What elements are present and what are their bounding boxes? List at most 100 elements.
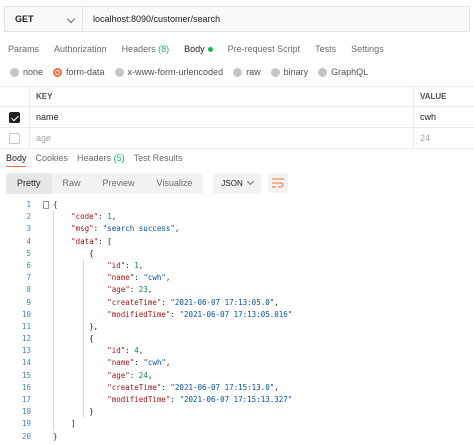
line-number: 11 [21, 321, 31, 331]
line-number: 4 [26, 236, 31, 246]
radio-icon [10, 67, 19, 77]
tab-tests[interactable]: Tests [315, 44, 336, 54]
view-mode-group: Pretty Raw Preview Visualize [6, 172, 204, 194]
key-field[interactable]: name [30, 107, 414, 127]
json-punctuation: : [125, 346, 135, 356]
json-key: "createTime" [107, 297, 162, 307]
json-punctuation: : [125, 260, 135, 270]
code-text: "data": [ [45, 236, 112, 248]
code-line: 12 { [0, 333, 474, 345]
json-punctuation: : [ [98, 236, 112, 246]
tab-authorization[interactable]: Authorization [54, 44, 107, 54]
value-field[interactable]: 24 [414, 128, 474, 148]
json-key: "code" [71, 212, 99, 222]
fold-gutter [31, 406, 45, 418]
line-number: 18 [21, 407, 31, 417]
checkbox-cell [0, 107, 30, 127]
radio-icon [233, 67, 243, 77]
tab-pre-request-script[interactable]: Pre-request Script [228, 44, 301, 54]
json-string: "cwh" [143, 273, 166, 283]
json-string: "2021-06-07 17:13:05.0" [170, 297, 275, 307]
fold-gutter [31, 431, 45, 443]
json-key: "modifiedTime" [107, 309, 171, 319]
fold-gutter [31, 272, 45, 284]
code-line: 13 "id": 4, [0, 345, 474, 357]
code-line: 18 } [0, 406, 474, 418]
tab-label: Params [8, 44, 40, 54]
code-text: "age": 23, [45, 284, 152, 296]
radio-form-data[interactable]: form-data [53, 67, 105, 77]
radio-none[interactable]: none [10, 67, 43, 77]
tab-body[interactable]: Body [184, 44, 213, 54]
code-line: 20} [0, 431, 474, 443]
radio-label: raw [246, 67, 261, 77]
fold-gutter [31, 260, 45, 272]
response-body-viewer[interactable]: 1{2 "code": 1, 3 "msg": "search success",… [0, 199, 474, 443]
code-text: "age": 24, [45, 370, 152, 382]
line-number: 20 [21, 431, 31, 441]
json-key: "name" [107, 358, 135, 368]
line-number: 10 [21, 309, 31, 319]
format-select[interactable]: JSON [213, 172, 262, 194]
json-punctuation: { [53, 200, 58, 209]
code-line: 6 "id": 1, [0, 260, 474, 272]
code-line: 19 ] [0, 418, 474, 430]
json-punctuation: : [98, 212, 108, 222]
table-row: name cwh [0, 107, 474, 128]
value-field[interactable]: cwh [414, 107, 474, 127]
view-preview-button[interactable]: Preview [92, 173, 146, 194]
radio-binary[interactable]: binary [270, 67, 308, 77]
code-line: 3 "msg": "search success", [0, 223, 474, 235]
json-punctuation: , [138, 260, 144, 270]
tab-params[interactable]: Params [8, 44, 39, 54]
json-key: "msg" [71, 224, 94, 234]
method-select[interactable]: GET [5, 7, 83, 31]
tab-cookies[interactable]: Cookies [36, 153, 69, 163]
tab-response-headers[interactable]: Headers (5) [77, 153, 125, 163]
fold-gutter [31, 309, 45, 321]
checkbox-icon[interactable] [9, 111, 20, 123]
key-field[interactable]: age [30, 128, 414, 148]
chevron-down-icon [247, 177, 255, 185]
method-label: GET [15, 14, 34, 24]
checkbox-cell [0, 128, 30, 148]
json-punctuation: ] [71, 419, 76, 429]
checkbox-icon[interactable] [9, 132, 20, 144]
radio-raw[interactable]: raw [233, 67, 261, 77]
code-text: "msg": "search success", [45, 223, 179, 235]
radio-graphql[interactable]: GraphQL [318, 67, 368, 77]
json-key: "modifiedTime" [107, 395, 171, 404]
fold-gutter [31, 199, 49, 211]
wrap-lines-button[interactable] [268, 173, 289, 193]
code-text: "name": "cwh", [45, 357, 170, 369]
json-punctuation: : [129, 285, 139, 295]
fold-toggle-icon[interactable] [43, 201, 49, 209]
radio-x-www-form-urlencoded[interactable]: x-www-form-urlencoded [114, 67, 224, 77]
key-header: KEY [30, 87, 414, 106]
radio-label: none [23, 67, 44, 77]
response-tabs: Body Cookies Headers (5) Test Results [0, 150, 192, 166]
json-punctuation: , [138, 346, 144, 356]
tab-headers[interactable]: Headers (8) [122, 44, 170, 54]
view-visualize-button[interactable]: Visualize [146, 173, 204, 194]
tab-response-body[interactable]: Body [6, 153, 27, 163]
code-text: "createTime": "2021-06-07 17:15:13.0", [45, 382, 279, 394]
code-text: "name": "cwh", [45, 272, 170, 284]
line-number: 15 [21, 370, 31, 380]
json-key: "id" [107, 260, 126, 270]
tab-test-results[interactable]: Test Results [134, 153, 183, 163]
fold-gutter [31, 394, 45, 406]
tab-settings[interactable]: Settings [351, 44, 384, 54]
json-punctuation: , [165, 273, 171, 283]
json-punctuation: }, [89, 321, 99, 331]
json-punctuation: , [174, 224, 180, 234]
json-key: "createTime" [107, 382, 162, 392]
url-input[interactable]: localhost:8090/customer/search [83, 14, 469, 24]
fold-gutter [31, 223, 45, 235]
value-header: VALUE [420, 92, 447, 101]
view-raw-button[interactable]: Raw [52, 173, 92, 194]
view-pretty-button[interactable]: Pretty [6, 172, 52, 194]
json-punctuation: : [134, 358, 144, 368]
line-number: 6 [26, 260, 31, 270]
radio-label: x-www-form-urlencoded [127, 67, 224, 77]
